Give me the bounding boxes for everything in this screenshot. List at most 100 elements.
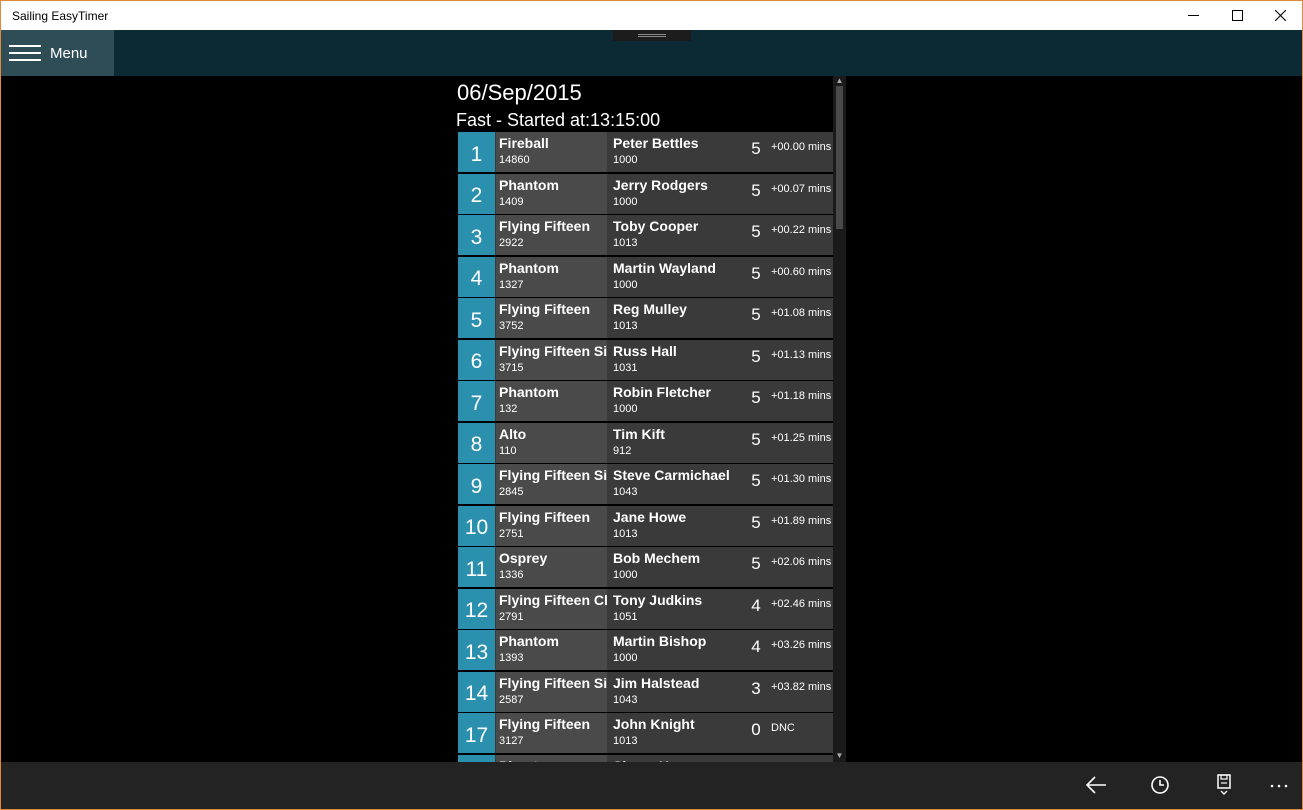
laps-count: 3 — [751, 678, 761, 698]
sail-number: 2587 — [499, 693, 524, 706]
sail-number: 1327 — [499, 278, 524, 291]
scrollbar[interactable]: ▲ ▼ — [833, 76, 846, 762]
result-row[interactable]: 9 Flying Fifteen Silv 2845 Steve Carmichael… — [458, 464, 834, 504]
more-icon — [1270, 784, 1288, 788]
sail-number: 2922 — [499, 237, 524, 249]
handicap: 912 — [613, 444, 632, 457]
laps-count: 5 — [751, 139, 761, 158]
maximize-icon — [1231, 10, 1243, 21]
boat-class: Flying Fifteen — [499, 218, 590, 234]
handicap: 1000 — [613, 154, 638, 166]
back-button[interactable] — [1081, 770, 1111, 800]
boat-class: Flying Fifteen Silv — [499, 467, 607, 483]
close-button[interactable] — [1258, 1, 1302, 30]
history-button[interactable] — [1145, 770, 1175, 800]
laps-count: 5 — [751, 512, 761, 532]
position-badge: 1 — [458, 132, 495, 172]
app-header: Menu — [1, 30, 1302, 76]
hamburger-icon — [9, 45, 41, 61]
result-row[interactable]: 4 Phantom 1327 Martin Wayland 1000 5 +00.60 mi… — [458, 256, 834, 297]
result-row[interactable]: 13 Phantom 1393 Martin Bishop 1000 4 +03.26 mi… — [458, 630, 834, 670]
position-badge: 6 — [458, 339, 495, 380]
result-row[interactable]: 12 Flying Fifteen Cla 2791 Tony Judkins 1051… — [458, 588, 834, 629]
result-row[interactable]: 17 Flying Fifteen 3127 John Knight 1013 0 DNC — [458, 713, 834, 753]
drag-handle[interactable] — [613, 30, 691, 41]
sail-number: 132 — [499, 403, 518, 415]
helm-name: Reg Mulley — [613, 301, 687, 317]
sail-number: 14860 — [499, 154, 530, 166]
time-delta: +01.25 mins — [771, 431, 832, 444]
more-button[interactable] — [1264, 770, 1294, 800]
position-badge — [458, 754, 495, 762]
boat-cell: Phantom 1409 — [496, 173, 607, 214]
boat-class: Alto — [499, 425, 527, 442]
result-row[interactable]: PhantomShane H — [458, 754, 834, 762]
laps-count: 5 — [751, 388, 761, 407]
boat-cell: Flying Fifteen 2922 — [496, 215, 607, 255]
boat-cell: Osprey 1336 — [496, 547, 607, 587]
result-row[interactable]: 2 Phantom 1409 Jerry Rodgers 1000 5 +00.07 min… — [458, 173, 834, 214]
race-title: Fast - Started at:13:15:00 — [456, 110, 661, 130]
handicap: 1000 — [613, 652, 638, 664]
command-bar — [1, 762, 1302, 809]
scroll-up-icon[interactable]: ▲ — [835, 77, 844, 85]
result-row[interactable]: 10 Flying Fifteen 2751 Jane Howe 1013 5 +01.89… — [458, 505, 834, 546]
minimize-icon — [1187, 15, 1199, 16]
laps-count: 5 — [751, 471, 761, 490]
result-row[interactable]: 3 Flying Fifteen 2922 Toby Cooper 1013 5 +00.2… — [458, 215, 834, 255]
result-row[interactable]: 7 Phantom 132 Robin Fletcher 1000 5 +01.18 min… — [458, 381, 834, 421]
back-arrow-icon — [1085, 776, 1106, 794]
result-row[interactable]: 11 Osprey 1336 Bob Mechem 1000 5 +02.06 mins — [458, 547, 834, 587]
position-badge: 8 — [458, 422, 495, 463]
sail-number: 3715 — [499, 361, 524, 374]
boat-class: Phantom — [499, 633, 559, 649]
helm-name: Tim Kift — [613, 425, 665, 442]
boat-class: Fireball — [499, 135, 549, 151]
result-row[interactable]: 5 Flying Fifteen 3752 Reg Mulley 1013 5 +01.08… — [458, 298, 834, 338]
sail-number: 2845 — [499, 486, 524, 498]
handicap: 1051 — [613, 610, 638, 623]
time-delta: +01.89 mins — [771, 514, 832, 527]
position-badge: 7 — [458, 381, 495, 421]
boat-cell: Phantom 1327 — [496, 256, 607, 297]
results-panel: 06/Sep/2015 Fast - Started at:13:15:00 1… — [455, 76, 846, 762]
title-bar[interactable]: Sailing EasyTimer — [1, 1, 1302, 30]
time-delta: +01.13 mins — [771, 348, 832, 361]
handicap: 1013 — [613, 735, 638, 747]
laps-count: 5 — [751, 222, 761, 241]
boat-class: Flying Fifteen Silv — [499, 674, 607, 691]
helm-name: Jim Halstead — [613, 674, 700, 691]
position-badge: 12 — [458, 588, 495, 629]
helm-name: Jerry Rodgers — [613, 176, 708, 193]
position-badge: 9 — [458, 464, 495, 504]
time-delta: +01.08 mins — [771, 307, 832, 319]
sail-number: 1393 — [499, 652, 524, 664]
result-row[interactable]: 8 Alto 110 Tim Kift 912 5 +01.25 mins — [458, 422, 834, 463]
time-delta: +01.18 mins — [771, 390, 832, 402]
maximize-button[interactable] — [1215, 1, 1259, 30]
boat-class: Flying Fifteen — [499, 716, 590, 732]
minimize-button[interactable] — [1171, 1, 1215, 30]
boat-cell: Phantom — [496, 754, 607, 762]
sail-number: 1409 — [499, 195, 524, 208]
laps-count: 5 — [751, 346, 761, 366]
position-badge: 3 — [458, 215, 495, 255]
result-row[interactable]: 1 Fireball 14860 Peter Bettles 1000 5 +00.00 m… — [458, 132, 834, 172]
save-button[interactable] — [1209, 770, 1239, 800]
boat-cell: Phantom 132 — [496, 381, 607, 421]
time-delta: +00.00 mins — [771, 141, 832, 153]
handicap: 1000 — [613, 195, 638, 208]
scroll-down-icon[interactable]: ▼ — [835, 752, 844, 760]
result-row[interactable]: 14 Flying Fifteen Silv 2587 Jim Halstead 104… — [458, 671, 834, 712]
menu-button[interactable]: Menu — [1, 30, 114, 76]
app-title: Sailing EasyTimer — [12, 9, 109, 23]
race-date: 06/Sep/2015 — [457, 80, 582, 105]
laps-count: 0 — [751, 720, 761, 739]
boat-cell: Phantom 1393 — [496, 630, 607, 670]
boat-cell: Flying Fifteen Silv 3715 — [496, 339, 607, 380]
sail-number: 1336 — [499, 569, 524, 581]
scroll-thumb[interactable] — [836, 86, 843, 229]
sail-number: 2751 — [499, 527, 524, 540]
result-row[interactable]: 6 Flying Fifteen Silv 3715 Russ Hall 1031 5 +0… — [458, 339, 834, 380]
time-delta: +00.60 mins — [771, 265, 832, 278]
